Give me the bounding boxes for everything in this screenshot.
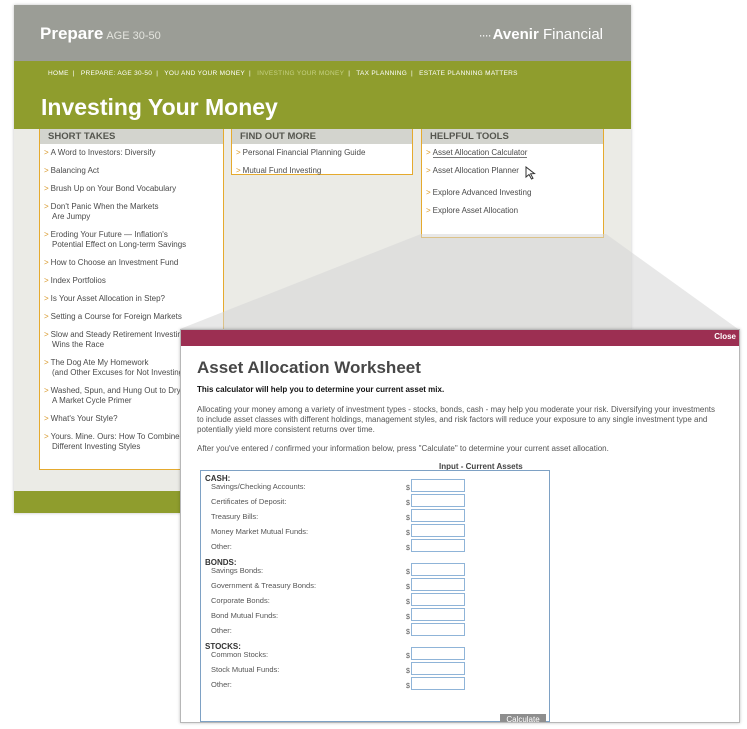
asset-amount-input[interactable] <box>411 578 465 591</box>
asset-amount-input[interactable] <box>411 539 465 552</box>
dollar-sign: $ <box>406 599 410 606</box>
asset-amount-input[interactable] <box>411 677 465 690</box>
asset-field-label: Corporate Bonds: <box>211 596 270 605</box>
dollar-sign: $ <box>406 569 410 576</box>
asset-amount-input[interactable] <box>411 479 465 492</box>
close-button[interactable]: Close <box>714 332 736 341</box>
asset-field-label: Savings Bonds: <box>211 566 264 575</box>
asset-amount-input[interactable] <box>411 494 465 507</box>
dialog-title-bar: Close <box>181 330 739 346</box>
dollar-sign: $ <box>406 629 410 636</box>
asset-field-label: Common Stocks: <box>211 650 269 659</box>
asset-allocation-dialog: Close Asset Allocation Worksheet This ca… <box>180 329 740 723</box>
asset-field-label: Other: <box>211 542 232 551</box>
asset-input-form: CASH: Savings/Checking Accounts: $ Certific… <box>200 470 550 722</box>
asset-field-label: Government & Treasury Bonds: <box>211 581 317 590</box>
asset-field-label: Stock Mutual Funds: <box>211 665 280 674</box>
asset-amount-input[interactable] <box>411 593 465 606</box>
asset-amount-input[interactable] <box>411 623 465 636</box>
asset-amount-input[interactable] <box>411 647 465 660</box>
asset-amount-input[interactable] <box>411 662 465 675</box>
dialog-subtitle: This calculator will help you to determi… <box>197 385 445 394</box>
asset-amount-input[interactable] <box>411 563 465 576</box>
dollar-sign: $ <box>406 515 410 522</box>
dialog-title: Asset Allocation Worksheet <box>197 358 421 377</box>
dollar-sign: $ <box>406 653 410 660</box>
asset-field-label: Money Market Mutual Funds: <box>211 527 309 536</box>
dollar-sign: $ <box>406 530 410 537</box>
asset-amount-input[interactable] <box>411 524 465 537</box>
asset-field-label: Certificates of Deposit: <box>211 497 287 506</box>
dollar-sign: $ <box>406 500 410 507</box>
dollar-sign: $ <box>406 668 410 675</box>
asset-amount-input[interactable] <box>411 608 465 621</box>
calculate-button[interactable]: Calculate <box>500 714 546 722</box>
asset-amount-input[interactable] <box>411 509 465 522</box>
dollar-sign: $ <box>406 683 410 690</box>
dialog-instruction: After you've entered / confirmed your in… <box>197 444 609 453</box>
dollar-sign: $ <box>406 545 410 552</box>
dollar-sign: $ <box>406 584 410 591</box>
dollar-sign: $ <box>406 614 410 621</box>
dialog-description: Allocating your money among a variety of… <box>197 405 715 434</box>
asset-field-label: Treasury Bills: <box>211 512 259 521</box>
asset-field-label: Other: <box>211 626 232 635</box>
asset-field-label: Other: <box>211 680 232 689</box>
asset-field-label: Savings/Checking Accounts: <box>211 482 306 491</box>
asset-field-label: Bond Mutual Funds: <box>211 611 279 620</box>
dollar-sign: $ <box>406 485 410 492</box>
